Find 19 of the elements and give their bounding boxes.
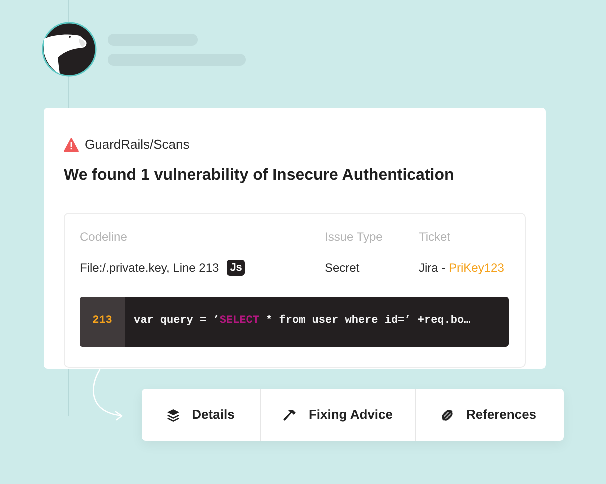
- avatar-icon: [42, 22, 97, 77]
- link-icon: [441, 408, 454, 422]
- codeline-text: File:/.private.key, Line 213: [80, 260, 220, 276]
- column-header: Codeline: [80, 228, 128, 246]
- hammer-icon: [282, 408, 297, 422]
- column-header: Issue Type: [325, 228, 384, 246]
- tab-button[interactable]: References: [415, 389, 562, 441]
- column-header: Ticket: [419, 228, 452, 246]
- tab-button[interactable]: Fixing Advice: [260, 389, 415, 441]
- issue-type-text: Secret: [325, 260, 361, 276]
- ticket-text: Jira - PriKey123: [419, 260, 504, 276]
- alert-title: We found 1 vulnerability of Insecure Authentication: [64, 166, 456, 186]
- layers-icon: [167, 408, 180, 422]
- language-badge: Js: [227, 260, 246, 276]
- breadcrumb-text: GuardRails/Scans: [85, 136, 190, 154]
- warning-icon: [64, 138, 79, 152]
- tab-button[interactable]: Details: [142, 389, 260, 441]
- code-line: var query = ’SELECT * from user where id=’ +req.bo…: [133, 314, 471, 330]
- line-number: 213: [80, 296, 125, 346]
